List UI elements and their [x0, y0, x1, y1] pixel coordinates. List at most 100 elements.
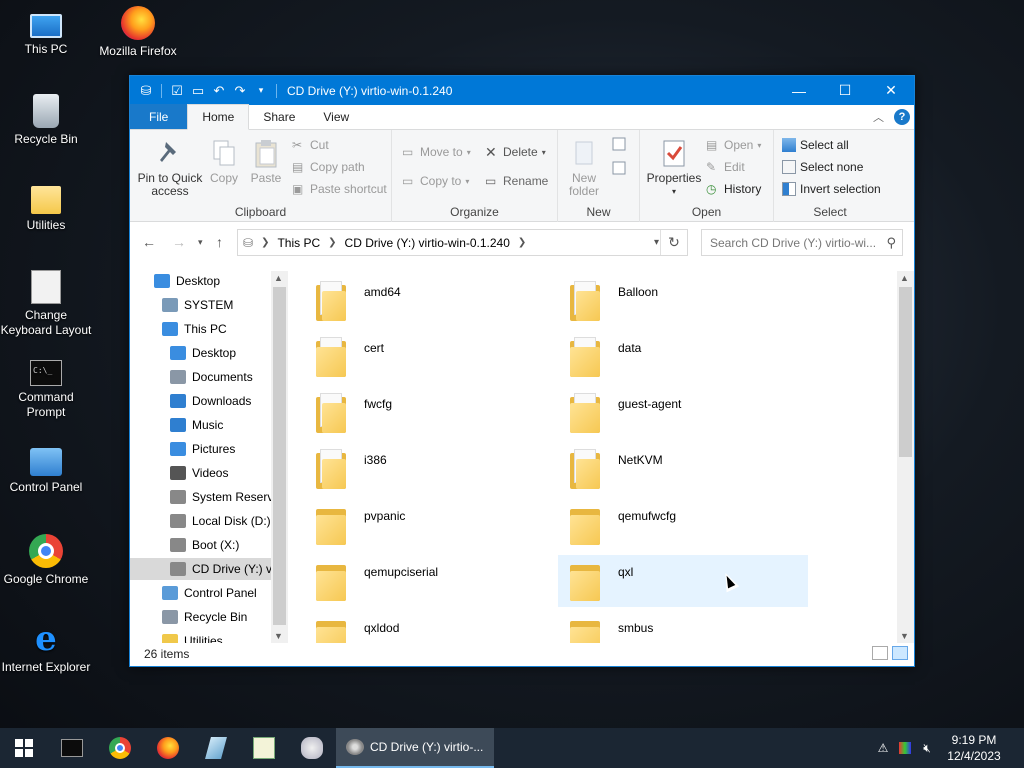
scrollbar-thumb[interactable]	[899, 287, 912, 457]
select-all-button[interactable]: Select all	[782, 138, 849, 152]
folder-item[interactable]: Balloon	[558, 275, 808, 327]
invert-selection-button[interactable]: Invert selection	[782, 182, 881, 196]
nav-item[interactable]: Desktop	[130, 271, 220, 292]
properties-button[interactable]: Properties ▾	[644, 138, 704, 198]
edit-button[interactable]: ✎ Edit	[706, 160, 745, 174]
rename-button[interactable]: ▭ Rename	[485, 174, 548, 188]
nav-item[interactable]: Boot (X:)	[130, 534, 239, 556]
folder-item[interactable]: guest-agent	[558, 387, 808, 439]
folder-item[interactable]: i386	[304, 443, 554, 495]
folder-item[interactable]: fwcfg	[304, 387, 554, 439]
address-dropdown-icon[interactable]: ▾	[654, 237, 659, 248]
taskbar-app-3[interactable]	[288, 728, 336, 768]
select-none-button[interactable]: Select none	[782, 160, 863, 174]
desktop-icon-command-prompt[interactable]: C:\_ Command Prompt	[0, 360, 92, 420]
scrollbar-thumb[interactable]	[273, 287, 286, 625]
copy-button[interactable]: Copy	[206, 138, 242, 185]
clock[interactable]: 9:19 PM 12/4/2023	[938, 732, 1010, 764]
new-item-button[interactable]	[608, 136, 634, 158]
search-input[interactable]: Search CD Drive (Y:) virtio-wi... ⚲	[701, 229, 903, 256]
nav-item[interactable]: System Reserve	[130, 486, 280, 508]
taskbar-app-1[interactable]	[192, 728, 240, 768]
large-icons-view-icon[interactable]	[892, 646, 908, 660]
history-button[interactable]: ◷ History	[706, 182, 761, 196]
nav-item[interactable]: This PC	[130, 318, 227, 340]
up-arrow-icon[interactable]: ↑	[216, 234, 223, 250]
scroll-down-icon[interactable]: ▼	[274, 631, 283, 641]
folder-item[interactable]: pvpanic	[304, 499, 554, 551]
cut-button[interactable]: ✂ Cut	[292, 138, 329, 152]
address-bar[interactable]: ⛁ ❯ This PC ❯ CD Drive (Y:) virtio-win-0…	[237, 229, 688, 256]
new-folder-icon[interactable]: ▭	[190, 83, 206, 99]
customize-chevron-icon[interactable]: ▾	[253, 83, 269, 99]
properties-icon[interactable]: ☑	[169, 83, 185, 99]
breadcrumb-cd-drive[interactable]: CD Drive (Y:) virtio-win-0.1.240	[345, 236, 510, 250]
nav-item[interactable]: SYSTEM	[130, 294, 233, 316]
desktop-icon-internet-explorer[interactable]: e Internet Explorer	[0, 622, 92, 675]
chevron-right-icon[interactable]: ❯	[261, 237, 269, 248]
redo-icon[interactable]: ↷	[232, 83, 248, 99]
nav-item[interactable]: Local Disk (D:)	[130, 510, 271, 532]
new-folder-button[interactable]: New folder	[562, 138, 606, 198]
forward-arrow-icon[interactable]: →	[172, 234, 186, 250]
nav-item[interactable]: Downloads	[130, 390, 251, 412]
taskbar-explorer-window[interactable]: CD Drive (Y:) virtio-...	[336, 728, 494, 768]
nav-item[interactable]: Pictures	[130, 438, 235, 460]
collapse-ribbon-icon[interactable]: ︿	[873, 109, 884, 125]
desktop-icon-chrome[interactable]: Google Chrome	[0, 534, 92, 587]
folder-item[interactable]: amd64	[304, 275, 554, 327]
tab-file[interactable]: File	[130, 104, 188, 129]
paste-shortcut-button[interactable]: ▣ Paste shortcut	[292, 182, 387, 196]
breadcrumb-this-pc[interactable]: This PC	[277, 236, 320, 250]
move-to-button[interactable]: ▭ Move to ▾	[402, 145, 471, 159]
file-list-scrollbar[interactable]: ▲ ▼	[897, 271, 914, 643]
copy-path-button[interactable]: ▤ Copy path	[292, 160, 365, 174]
desktop-icon-this-pc[interactable]: This PC	[0, 8, 92, 57]
title-bar[interactable]: ⛁ ☑ ▭ ↶ ↷ ▾ CD Drive (Y:) virtio-win-0.1…	[130, 76, 914, 105]
desktop-icon-control-panel[interactable]: Control Panel	[0, 448, 92, 495]
folder-item[interactable]: data	[558, 331, 808, 383]
nav-item[interactable]: Recycle Bin	[130, 606, 247, 628]
nav-item[interactable]: CD Drive (Y:) vi	[130, 558, 275, 580]
taskbar-firefox[interactable]	[144, 728, 192, 768]
folder-item[interactable]: smbus	[558, 611, 808, 643]
nav-item[interactable]: Desktop	[130, 342, 236, 364]
nav-item[interactable]: Control Panel	[130, 582, 257, 604]
maximize-button[interactable]: ☐	[822, 76, 868, 105]
details-view-icon[interactable]	[872, 646, 888, 660]
undo-icon[interactable]: ↶	[211, 83, 227, 99]
desktop-icon-recycle-bin[interactable]: Recycle Bin	[0, 94, 92, 147]
nav-item[interactable]: Documents	[130, 366, 253, 388]
taskbar-app-2[interactable]	[240, 728, 288, 768]
delete-button[interactable]: ✕ Delete ▾	[485, 145, 546, 159]
scroll-up-icon[interactable]: ▲	[274, 273, 283, 283]
folder-item[interactable]: qemupciserial	[304, 555, 554, 607]
minimize-button[interactable]: —	[776, 76, 822, 105]
help-icon[interactable]: ?	[894, 109, 910, 125]
easy-access-button[interactable]	[608, 160, 634, 182]
scroll-up-icon[interactable]: ▲	[900, 273, 909, 283]
taskbar-chrome[interactable]	[96, 728, 144, 768]
scroll-down-icon[interactable]: ▼	[900, 631, 909, 641]
folder-item[interactable]: qxl	[558, 555, 808, 607]
refresh-icon[interactable]: ↻	[660, 230, 687, 255]
nav-item[interactable]: Music	[130, 414, 223, 436]
desktop-icon-utilities[interactable]: Utilities	[0, 182, 92, 233]
folder-item[interactable]: NetKVM	[558, 443, 808, 495]
taskbar-command-prompt[interactable]	[48, 728, 96, 768]
paste-button[interactable]: Paste	[246, 138, 286, 185]
close-button[interactable]: ✕	[868, 76, 914, 105]
chevron-right-icon[interactable]: ❯	[518, 237, 526, 248]
back-arrow-icon[interactable]: ←	[142, 234, 156, 250]
nav-item[interactable]: Videos	[130, 462, 228, 484]
copy-to-button[interactable]: ▭ Copy to ▾	[402, 174, 469, 188]
desktop-icon-firefox[interactable]: Mozilla Firefox	[92, 6, 184, 59]
tab-home[interactable]: Home	[187, 104, 250, 130]
tab-view[interactable]: View	[309, 104, 363, 129]
recent-locations-chevron-icon[interactable]: ▾	[198, 237, 203, 248]
start-button[interactable]	[0, 728, 48, 768]
display-icon[interactable]	[894, 728, 916, 768]
navigation-scrollbar[interactable]: ▲ ▼	[271, 271, 288, 643]
folder-item[interactable]: qemufwcfg	[558, 499, 808, 551]
network-icon[interactable]: ⚠	[872, 728, 894, 768]
